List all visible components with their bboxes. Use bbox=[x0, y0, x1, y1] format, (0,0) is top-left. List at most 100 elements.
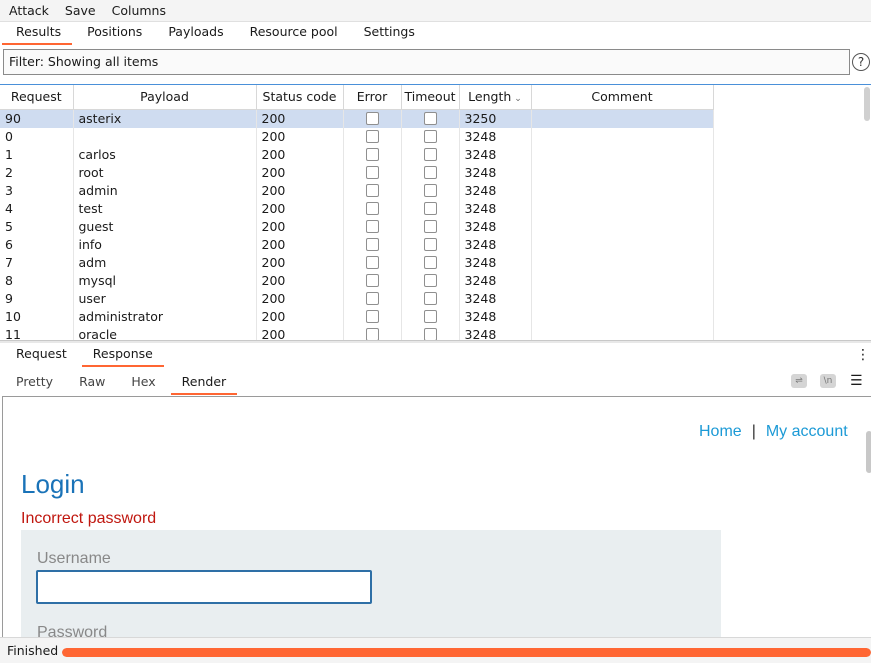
error-checkbox bbox=[365, 201, 379, 215]
tab-request[interactable]: Request bbox=[0, 343, 80, 367]
results-table-body: 90 asterix 200 3250 0 200 3248 1 carlos 200 3248 2 r… bbox=[0, 109, 714, 340]
error-checkbox bbox=[365, 183, 379, 197]
payload-cell: oracle bbox=[73, 325, 257, 340]
view-tab-bar: Pretty Raw Hex Render bbox=[0, 371, 871, 395]
table-row[interactable]: 11 oracle 200 3248 bbox=[0, 325, 714, 340]
error-checkbox bbox=[365, 165, 379, 179]
word-wrap-icon[interactable]: ⇌ bbox=[791, 374, 807, 388]
error-checkbox bbox=[365, 327, 379, 340]
table-row[interactable]: 2 root 200 3248 bbox=[0, 163, 714, 182]
status-code-cell: 200 bbox=[256, 253, 344, 272]
results-table-container: Request Payload Status code Error Timeou… bbox=[0, 84, 871, 340]
error-checkbox-cell bbox=[343, 235, 402, 254]
error-checkbox-cell bbox=[343, 145, 402, 164]
tab-positions[interactable]: Positions bbox=[74, 21, 155, 45]
comment-cell bbox=[531, 127, 714, 146]
length-cell: 3248 bbox=[459, 235, 532, 254]
menu-save[interactable]: Save bbox=[57, 0, 104, 21]
request-cell: 0 bbox=[0, 127, 74, 146]
error-checkbox-cell bbox=[343, 199, 402, 218]
status-code-cell: 200 bbox=[256, 217, 344, 236]
status-code-cell: 200 bbox=[256, 109, 344, 128]
request-cell: 9 bbox=[0, 289, 74, 308]
tab-settings[interactable]: Settings bbox=[351, 21, 428, 45]
render-view: Home | My account Login Incorrect password… bbox=[2, 396, 871, 637]
menu-columns[interactable]: Columns bbox=[104, 0, 174, 21]
show-newlines-icon[interactable]: \n bbox=[820, 374, 836, 388]
payload-cell: admin bbox=[73, 181, 257, 200]
status-text: Finished bbox=[7, 643, 59, 658]
column-header-length[interactable]: Length ⌄ bbox=[459, 85, 532, 110]
comment-cell bbox=[531, 325, 714, 340]
error-checkbox bbox=[365, 309, 379, 323]
tab-pretty[interactable]: Pretty bbox=[0, 371, 66, 395]
timeout-checkbox-cell bbox=[401, 325, 460, 340]
table-row[interactable]: 8 mysql 200 3248 bbox=[0, 271, 714, 290]
more-options-icon[interactable]: ⋮ bbox=[856, 348, 870, 364]
status-code-cell: 200 bbox=[256, 325, 344, 340]
table-row[interactable]: 0 200 3248 bbox=[0, 127, 714, 146]
timeout-checkbox-cell bbox=[401, 109, 460, 128]
payload-cell: adm bbox=[73, 253, 257, 272]
column-header-timeout[interactable]: Timeout bbox=[401, 85, 460, 110]
tab-payloads[interactable]: Payloads bbox=[155, 21, 236, 45]
length-cell: 3248 bbox=[459, 199, 532, 218]
length-cell: 3248 bbox=[459, 145, 532, 164]
table-row[interactable]: 5 guest 200 3248 bbox=[0, 217, 714, 236]
error-checkbox-cell bbox=[343, 289, 402, 308]
tab-response[interactable]: Response bbox=[80, 343, 166, 367]
status-code-cell: 200 bbox=[256, 199, 344, 218]
comment-cell bbox=[531, 289, 714, 308]
column-header-request[interactable]: Request bbox=[0, 85, 74, 110]
home-link[interactable]: Home bbox=[699, 423, 742, 440]
payload-cell: user bbox=[73, 289, 257, 308]
results-scrollbar[interactable] bbox=[864, 87, 870, 121]
tab-hex[interactable]: Hex bbox=[118, 371, 168, 395]
tab-resource-pool[interactable]: Resource pool bbox=[237, 21, 351, 45]
timeout-checkbox bbox=[423, 165, 437, 179]
length-cell: 3248 bbox=[459, 325, 532, 340]
payload-cell: guest bbox=[73, 217, 257, 236]
help-icon[interactable]: ? bbox=[852, 53, 870, 71]
error-checkbox bbox=[365, 147, 379, 161]
timeout-checkbox bbox=[423, 183, 437, 197]
filter-row: Filter: Showing all items ? bbox=[0, 46, 871, 80]
table-row[interactable]: 4 test 200 3248 bbox=[0, 199, 714, 218]
table-row[interactable]: 90 asterix 200 3250 bbox=[0, 109, 714, 128]
timeout-checkbox-cell bbox=[401, 127, 460, 146]
username-field[interactable] bbox=[36, 570, 372, 604]
table-row[interactable]: 6 info 200 3248 bbox=[0, 235, 714, 254]
table-row[interactable]: 9 user 200 3248 bbox=[0, 289, 714, 308]
hamburger-menu-icon[interactable]: ☰ bbox=[850, 373, 863, 389]
column-header-status-code[interactable]: Status code bbox=[256, 85, 344, 110]
timeout-checkbox bbox=[423, 201, 437, 215]
timeout-checkbox-cell bbox=[401, 253, 460, 272]
error-checkbox-cell bbox=[343, 217, 402, 236]
column-header-error[interactable]: Error bbox=[343, 85, 402, 110]
status-code-cell: 200 bbox=[256, 289, 344, 308]
filter-bar[interactable]: Filter: Showing all items bbox=[3, 49, 850, 75]
payload-cell: info bbox=[73, 235, 257, 254]
render-scrollbar[interactable] bbox=[866, 431, 871, 473]
timeout-checkbox bbox=[423, 111, 437, 125]
tab-render[interactable]: Render bbox=[169, 371, 240, 395]
table-row[interactable]: 7 adm 200 3248 bbox=[0, 253, 714, 272]
status-code-cell: 200 bbox=[256, 145, 344, 164]
status-code-cell: 200 bbox=[256, 271, 344, 290]
menu-attack[interactable]: Attack bbox=[0, 0, 57, 21]
length-cell: 3248 bbox=[459, 289, 532, 308]
timeout-checkbox-cell bbox=[401, 217, 460, 236]
table-row[interactable]: 1 carlos 200 3248 bbox=[0, 145, 714, 164]
column-header-comment[interactable]: Comment bbox=[531, 85, 714, 110]
tab-results[interactable]: Results bbox=[0, 21, 74, 45]
error-checkbox-cell bbox=[343, 127, 402, 146]
status-bar: Finished bbox=[0, 637, 871, 663]
timeout-checkbox bbox=[423, 147, 437, 161]
column-header-payload[interactable]: Payload bbox=[73, 85, 257, 110]
comment-cell bbox=[531, 109, 714, 128]
table-row[interactable]: 10 administrator 200 3248 bbox=[0, 307, 714, 326]
tab-raw[interactable]: Raw bbox=[66, 371, 118, 395]
my-account-link[interactable]: My account bbox=[766, 423, 848, 440]
length-cell: 3248 bbox=[459, 217, 532, 236]
table-row[interactable]: 3 admin 200 3248 bbox=[0, 181, 714, 200]
